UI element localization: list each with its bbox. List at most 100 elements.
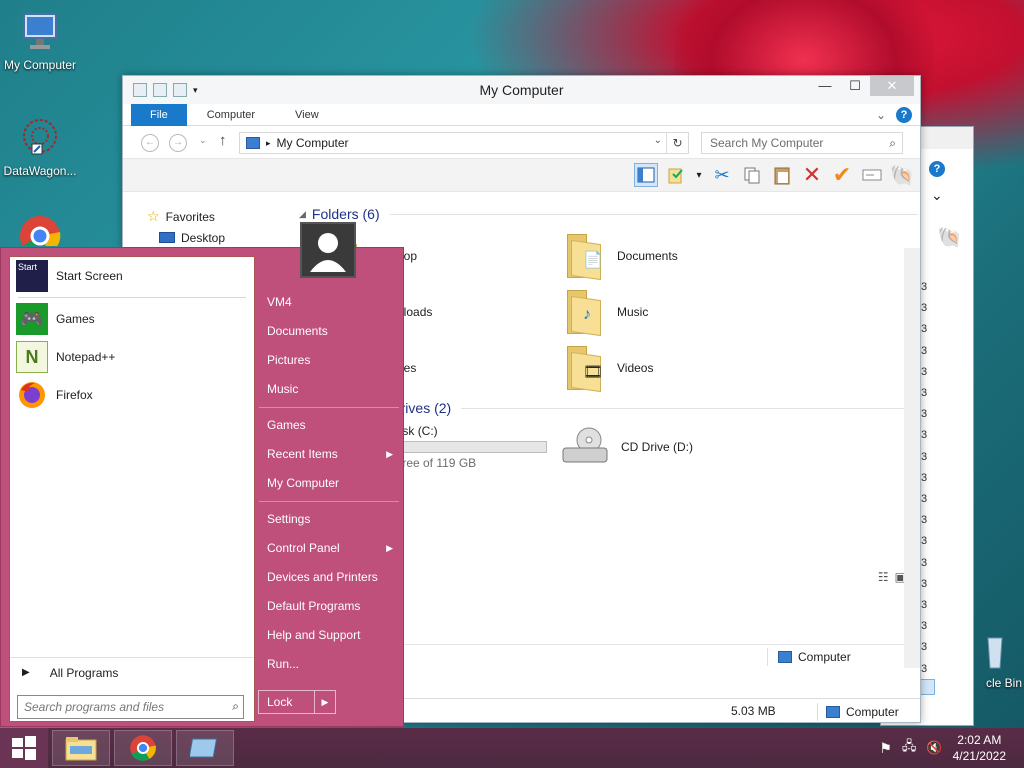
search-placeholder: Search My Computer	[710, 136, 824, 150]
help-icon[interactable]: ?	[929, 161, 945, 177]
volume-muted-icon[interactable]: 🔇	[926, 740, 942, 756]
tab-file[interactable]: File	[131, 103, 187, 126]
lock-button[interactable]: Lock	[259, 691, 315, 713]
start-link-documents[interactable]: Documents	[259, 317, 399, 346]
toolbar: ▾ ✂ ✕ ✔ 🐚	[123, 158, 920, 192]
games-icon: 🎮	[16, 303, 48, 335]
folder-icon	[65, 737, 97, 761]
close-button[interactable]: ✕	[870, 76, 914, 96]
start-link-recent-items[interactable]: Recent Items ▶	[259, 440, 399, 469]
start-link-devices-printers[interactable]: Devices and Printers	[259, 563, 399, 592]
clock[interactable]: 2:02 AM 4/21/2022	[953, 732, 1006, 764]
rename-icon[interactable]	[860, 163, 884, 187]
start-link-pictures[interactable]: Pictures	[259, 346, 399, 375]
start-link-default-programs[interactable]: Default Programs	[259, 592, 399, 621]
search-icon[interactable]: ⌕	[232, 699, 239, 714]
copy-icon[interactable]	[740, 163, 764, 187]
paste-icon[interactable]	[770, 163, 794, 187]
start-link-help-support[interactable]: Help and Support	[259, 621, 399, 650]
desktop-icon-label: DataWagon...	[3, 164, 77, 178]
chrome-icon	[18, 214, 62, 246]
divider	[259, 501, 399, 502]
user-avatar[interactable]	[300, 222, 356, 278]
folder-documents[interactable]: 📄 Documents	[565, 234, 678, 281]
minimize-button[interactable]: —	[810, 76, 840, 96]
desktop-icon-label: My Computer	[3, 58, 77, 72]
taskbar-chrome[interactable]	[114, 730, 172, 766]
details-view-icon[interactable]: ☷	[878, 570, 889, 584]
program-firefox[interactable]: Firefox	[10, 376, 254, 414]
taskbar-app[interactable]	[176, 730, 234, 766]
list-item: 3	[921, 450, 928, 463]
cut-icon[interactable]: ✂	[710, 163, 734, 187]
drive-d[interactable]: CD Drive (D:)	[561, 426, 693, 468]
forward-button[interactable]: →	[169, 134, 187, 152]
list-item: 3	[921, 387, 928, 400]
list-item: 3	[921, 641, 928, 654]
nav-item-favorites[interactable]: ☆ Favorites	[147, 206, 225, 227]
all-programs-label: All Programs	[49, 665, 119, 680]
desktop-icon-my-computer[interactable]: My Computer	[0, 10, 80, 72]
nav-item-desktop[interactable]: Desktop	[147, 227, 225, 248]
up-arrow-icon[interactable]: ↑	[219, 132, 227, 149]
address-bar[interactable]: ▸ My Computer ⌄ ↻	[239, 132, 689, 154]
start-search-input[interactable]: Search programs and files ⌕	[17, 695, 244, 719]
start-link-control-panel[interactable]: Control Panel ▶	[259, 534, 399, 563]
desktop-icon-chrome[interactable]	[0, 214, 80, 246]
start-link-music[interactable]: Music	[259, 375, 399, 404]
start-link-games[interactable]: Games	[259, 411, 399, 440]
start-button[interactable]	[0, 728, 48, 768]
chevron-down-icon[interactable]: ⌄	[654, 135, 662, 146]
power-options-arrow[interactable]: ▶	[315, 691, 335, 713]
search-icon[interactable]: ⌕	[889, 136, 896, 151]
program-notepad[interactable]: N Notepad++	[10, 338, 254, 376]
tab-view[interactable]: View	[275, 104, 339, 126]
music-folder-icon: ♪	[565, 290, 603, 337]
folder-music[interactable]: ♪ Music	[565, 290, 648, 337]
list-item: 3	[921, 535, 928, 548]
start-link-run[interactable]: Run...	[259, 650, 399, 679]
window-titlebar[interactable]: ▾ My Computer — ☐ ✕	[123, 76, 920, 104]
chevron-down-icon[interactable]: ⌄	[876, 108, 886, 122]
desktop-icon-datawagon[interactable]: DataWagon...	[0, 116, 80, 178]
all-programs-button[interactable]: ▶ All Programs	[10, 657, 254, 687]
list-item: 3	[921, 471, 928, 484]
navigation-pane: ☆ Favorites Desktop	[147, 206, 225, 248]
maximize-button[interactable]: ☐	[840, 76, 870, 96]
chevron-down-icon[interactable]: ⌄	[199, 135, 207, 146]
taskbar-file-explorer[interactable]	[52, 730, 110, 766]
help-icon[interactable]: ?	[896, 107, 912, 123]
delete-icon[interactable]: ✕	[800, 162, 824, 187]
start-link-my-computer[interactable]: My Computer	[259, 469, 399, 498]
action-center-flag-icon[interactable]: ⚑	[879, 740, 892, 757]
shell-icon[interactable]: 🐚	[937, 225, 962, 250]
chevron-down-icon[interactable]: ▾	[694, 163, 704, 187]
cd-drive-icon	[561, 426, 611, 468]
program-start-screen[interactable]: Start Start Screen	[10, 257, 254, 295]
folders-section-header[interactable]: ◢ Folders (6)	[299, 206, 918, 222]
folder-label: Documents	[617, 249, 678, 263]
checkmark-icon[interactable]: ✔	[830, 162, 854, 187]
tab-computer[interactable]: Computer	[187, 104, 275, 126]
properties-icon[interactable]	[664, 163, 688, 187]
search-input[interactable]: Search My Computer ⌕	[701, 132, 903, 154]
program-label: Games	[56, 312, 95, 326]
address-row: ← → ⌄ ↑ ▸ My Computer ⌄ ↻ Search My Comp…	[123, 126, 920, 158]
clock-date: 4/21/2022	[952, 749, 1006, 763]
start-link-settings[interactable]: Settings	[259, 505, 399, 534]
details-view-icon[interactable]	[919, 679, 935, 695]
program-games[interactable]: 🎮 Games	[10, 300, 254, 338]
refresh-icon[interactable]: ↻	[666, 133, 688, 153]
list-item: 3	[921, 662, 928, 675]
status-size: 5.03 MB	[731, 704, 776, 718]
back-button[interactable]: ←	[141, 134, 159, 152]
preview-pane-icon[interactable]	[634, 163, 658, 187]
start-link-vm4[interactable]: VM4	[259, 288, 399, 317]
folder-videos[interactable]: 🎞 Videos	[565, 346, 653, 393]
firefox-icon	[16, 379, 48, 411]
datawagon-icon	[18, 116, 62, 160]
chevron-down-icon[interactable]: ⌄	[931, 187, 943, 204]
network-icon[interactable]: 🖧	[902, 737, 917, 759]
shell-icon[interactable]: 🐚	[890, 163, 915, 187]
vertical-scrollbar[interactable]	[904, 248, 920, 668]
